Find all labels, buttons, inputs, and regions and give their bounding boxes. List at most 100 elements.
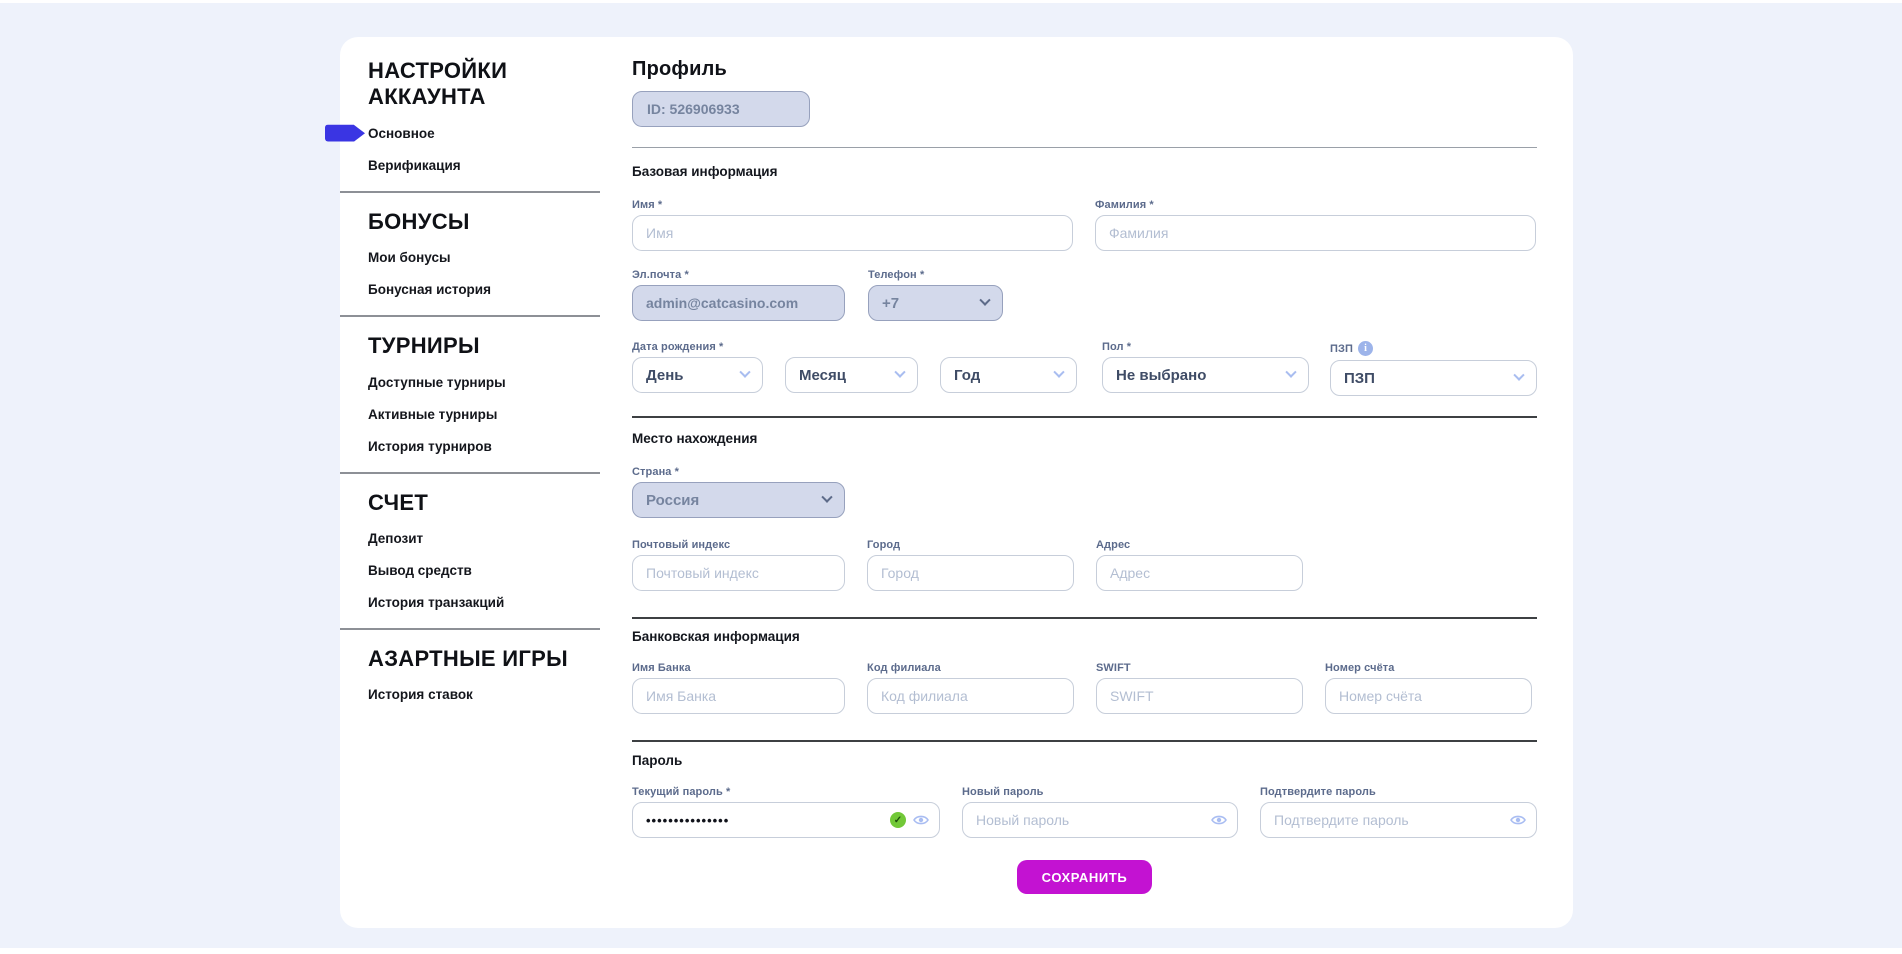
sidebar-divider [340,315,600,317]
sidebar-item-label: Основное [368,126,435,141]
chevron-down-icon [894,367,905,378]
bank-info-title: Банковская информация [632,629,1537,644]
swift-input[interactable] [1096,678,1303,714]
chevron-down-icon [1285,367,1296,378]
pzp-select[interactable]: ПЗП [1330,360,1537,396]
sidebar-item-label: История турниров [368,439,492,454]
sidebar-item-label: История транзакций [368,595,504,610]
sidebar-item-my-bonuses[interactable]: Мои бонусы [368,250,600,265]
password-title: Пароль [632,753,1537,768]
sidebar-divider [340,472,600,474]
sidebar-section-account-settings: НАСТРОЙКИ АККАУНТА Основное Верификация [368,58,600,191]
sidebar-item-tournament-history[interactable]: История турниров [368,439,600,454]
confirm-password-input[interactable] [1260,802,1537,838]
new-password-input[interactable] [962,802,1238,838]
branch-code-input[interactable] [867,678,1074,714]
first-name-label: Имя * [632,199,1073,211]
sidebar: НАСТРОЙКИ АККАУНТА Основное Верификация … [340,37,600,928]
basic-info-title: Базовая информация [632,164,1537,179]
section-divider [632,740,1537,742]
pzp-value: ПЗП [1344,370,1375,387]
sidebar-item-active-tournaments[interactable]: Активные турниры [368,407,600,422]
dob-label: Дата рождения * [632,341,1077,353]
sidebar-item-bet-history[interactable]: История ставок [368,687,600,702]
address-label: Адрес [1096,539,1303,551]
bank-name-input[interactable] [632,678,845,714]
sidebar-item-main[interactable]: Основное [368,126,600,141]
chevron-down-icon [1053,367,1064,378]
dob-day-select[interactable]: День [632,357,763,393]
account-settings-card: НАСТРОЙКИ АККАУНТА Основное Верификация … [340,37,1573,928]
last-name-label: Фамилия * [1095,199,1536,211]
show-password-icon[interactable] [1510,814,1526,826]
sidebar-item-withdrawal[interactable]: Вывод средств [368,563,600,578]
dob-year-select[interactable]: Год [940,357,1077,393]
bank-name-label: Имя Банка [632,662,845,674]
account-number-label: Номер счёта [1325,662,1532,674]
account-number-input[interactable] [1325,678,1532,714]
gender-value: Не выбрано [1116,367,1206,384]
sidebar-item-bonus-history[interactable]: Бонусная история [368,282,600,297]
active-item-arrow-icon [325,125,365,142]
city-label: Город [867,539,1074,551]
branch-code-label: Код филиала [867,662,1074,674]
sidebar-section-title: СЧЕТ [368,490,600,516]
sidebar-item-label: Доступные турниры [368,375,506,390]
show-password-icon[interactable] [1211,814,1227,826]
sidebar-section-gambling: АЗАРТНЫЕ ИГРЫ История ставок [368,646,600,720]
show-password-icon[interactable] [913,814,929,826]
sidebar-item-available-tournaments[interactable]: Доступные турниры [368,375,600,390]
country-select[interactable]: Россия [632,482,845,518]
sidebar-item-label: Депозит [368,531,423,546]
location-title: Место нахождения [632,431,1537,446]
dob-day-value: День [646,367,684,384]
city-input[interactable] [867,555,1074,591]
section-divider [632,416,1537,418]
header-divider [632,147,1537,148]
dob-year-value: Год [954,367,980,384]
address-input[interactable] [1096,555,1303,591]
valid-check-icon: ✓ [890,812,906,828]
sidebar-section-tournaments: ТУРНИРЫ Доступные турниры Активные турни… [368,333,600,471]
sidebar-item-transaction-history[interactable]: История транзакций [368,595,600,610]
phone-code-select[interactable]: +7 [868,285,1003,321]
chevron-down-icon [979,295,990,306]
email-field [632,285,845,321]
sidebar-item-label: Мои бонусы [368,250,451,265]
chevron-down-icon [821,492,832,503]
current-password-label: Текущий пароль * [632,786,940,798]
user-id-field [632,91,810,127]
sidebar-divider [340,628,600,630]
swift-label: SWIFT [1096,662,1303,674]
sidebar-divider [340,191,600,193]
sidebar-section-title: ТУРНИРЫ [368,333,600,359]
save-button[interactable]: СОХРАНИТЬ [1017,860,1153,894]
sidebar-item-verification[interactable]: Верификация [368,158,600,173]
sidebar-item-label: История ставок [368,687,473,702]
sidebar-section-account: СЧЕТ Депозит Вывод средств История транз… [368,490,600,628]
country-value: Россия [646,492,699,509]
info-icon[interactable]: i [1358,341,1373,356]
zip-input[interactable] [632,555,845,591]
zip-label: Почтовый индекс [632,539,845,551]
profile-form: Профиль Базовая информация Имя * Фамилия… [632,37,1537,928]
country-label: Страна * [632,466,845,478]
sidebar-item-label: Вывод средств [368,563,472,578]
first-name-input[interactable] [632,215,1073,251]
sidebar-item-label: Бонусная история [368,282,491,297]
phone-label: Телефон * [868,269,1003,281]
sidebar-section-bonuses: БОНУСЫ Мои бонусы Бонусная история [368,209,600,315]
section-divider [632,617,1537,619]
pzp-label: ПЗП [1330,343,1353,355]
sidebar-item-deposit[interactable]: Депозит [368,531,600,546]
new-password-label: Новый пароль [962,786,1238,798]
chevron-down-icon [739,367,750,378]
dob-month-select[interactable]: Месяц [785,357,918,393]
dob-month-value: Месяц [799,367,846,384]
last-name-input[interactable] [1095,215,1536,251]
gender-label: Пол * [1102,341,1309,353]
sidebar-section-title: АЗАРТНЫЕ ИГРЫ [368,646,600,672]
gender-select[interactable]: Не выбрано [1102,357,1309,393]
chevron-down-icon [1513,370,1524,381]
sidebar-section-title: НАСТРОЙКИ АККАУНТА [368,58,600,111]
